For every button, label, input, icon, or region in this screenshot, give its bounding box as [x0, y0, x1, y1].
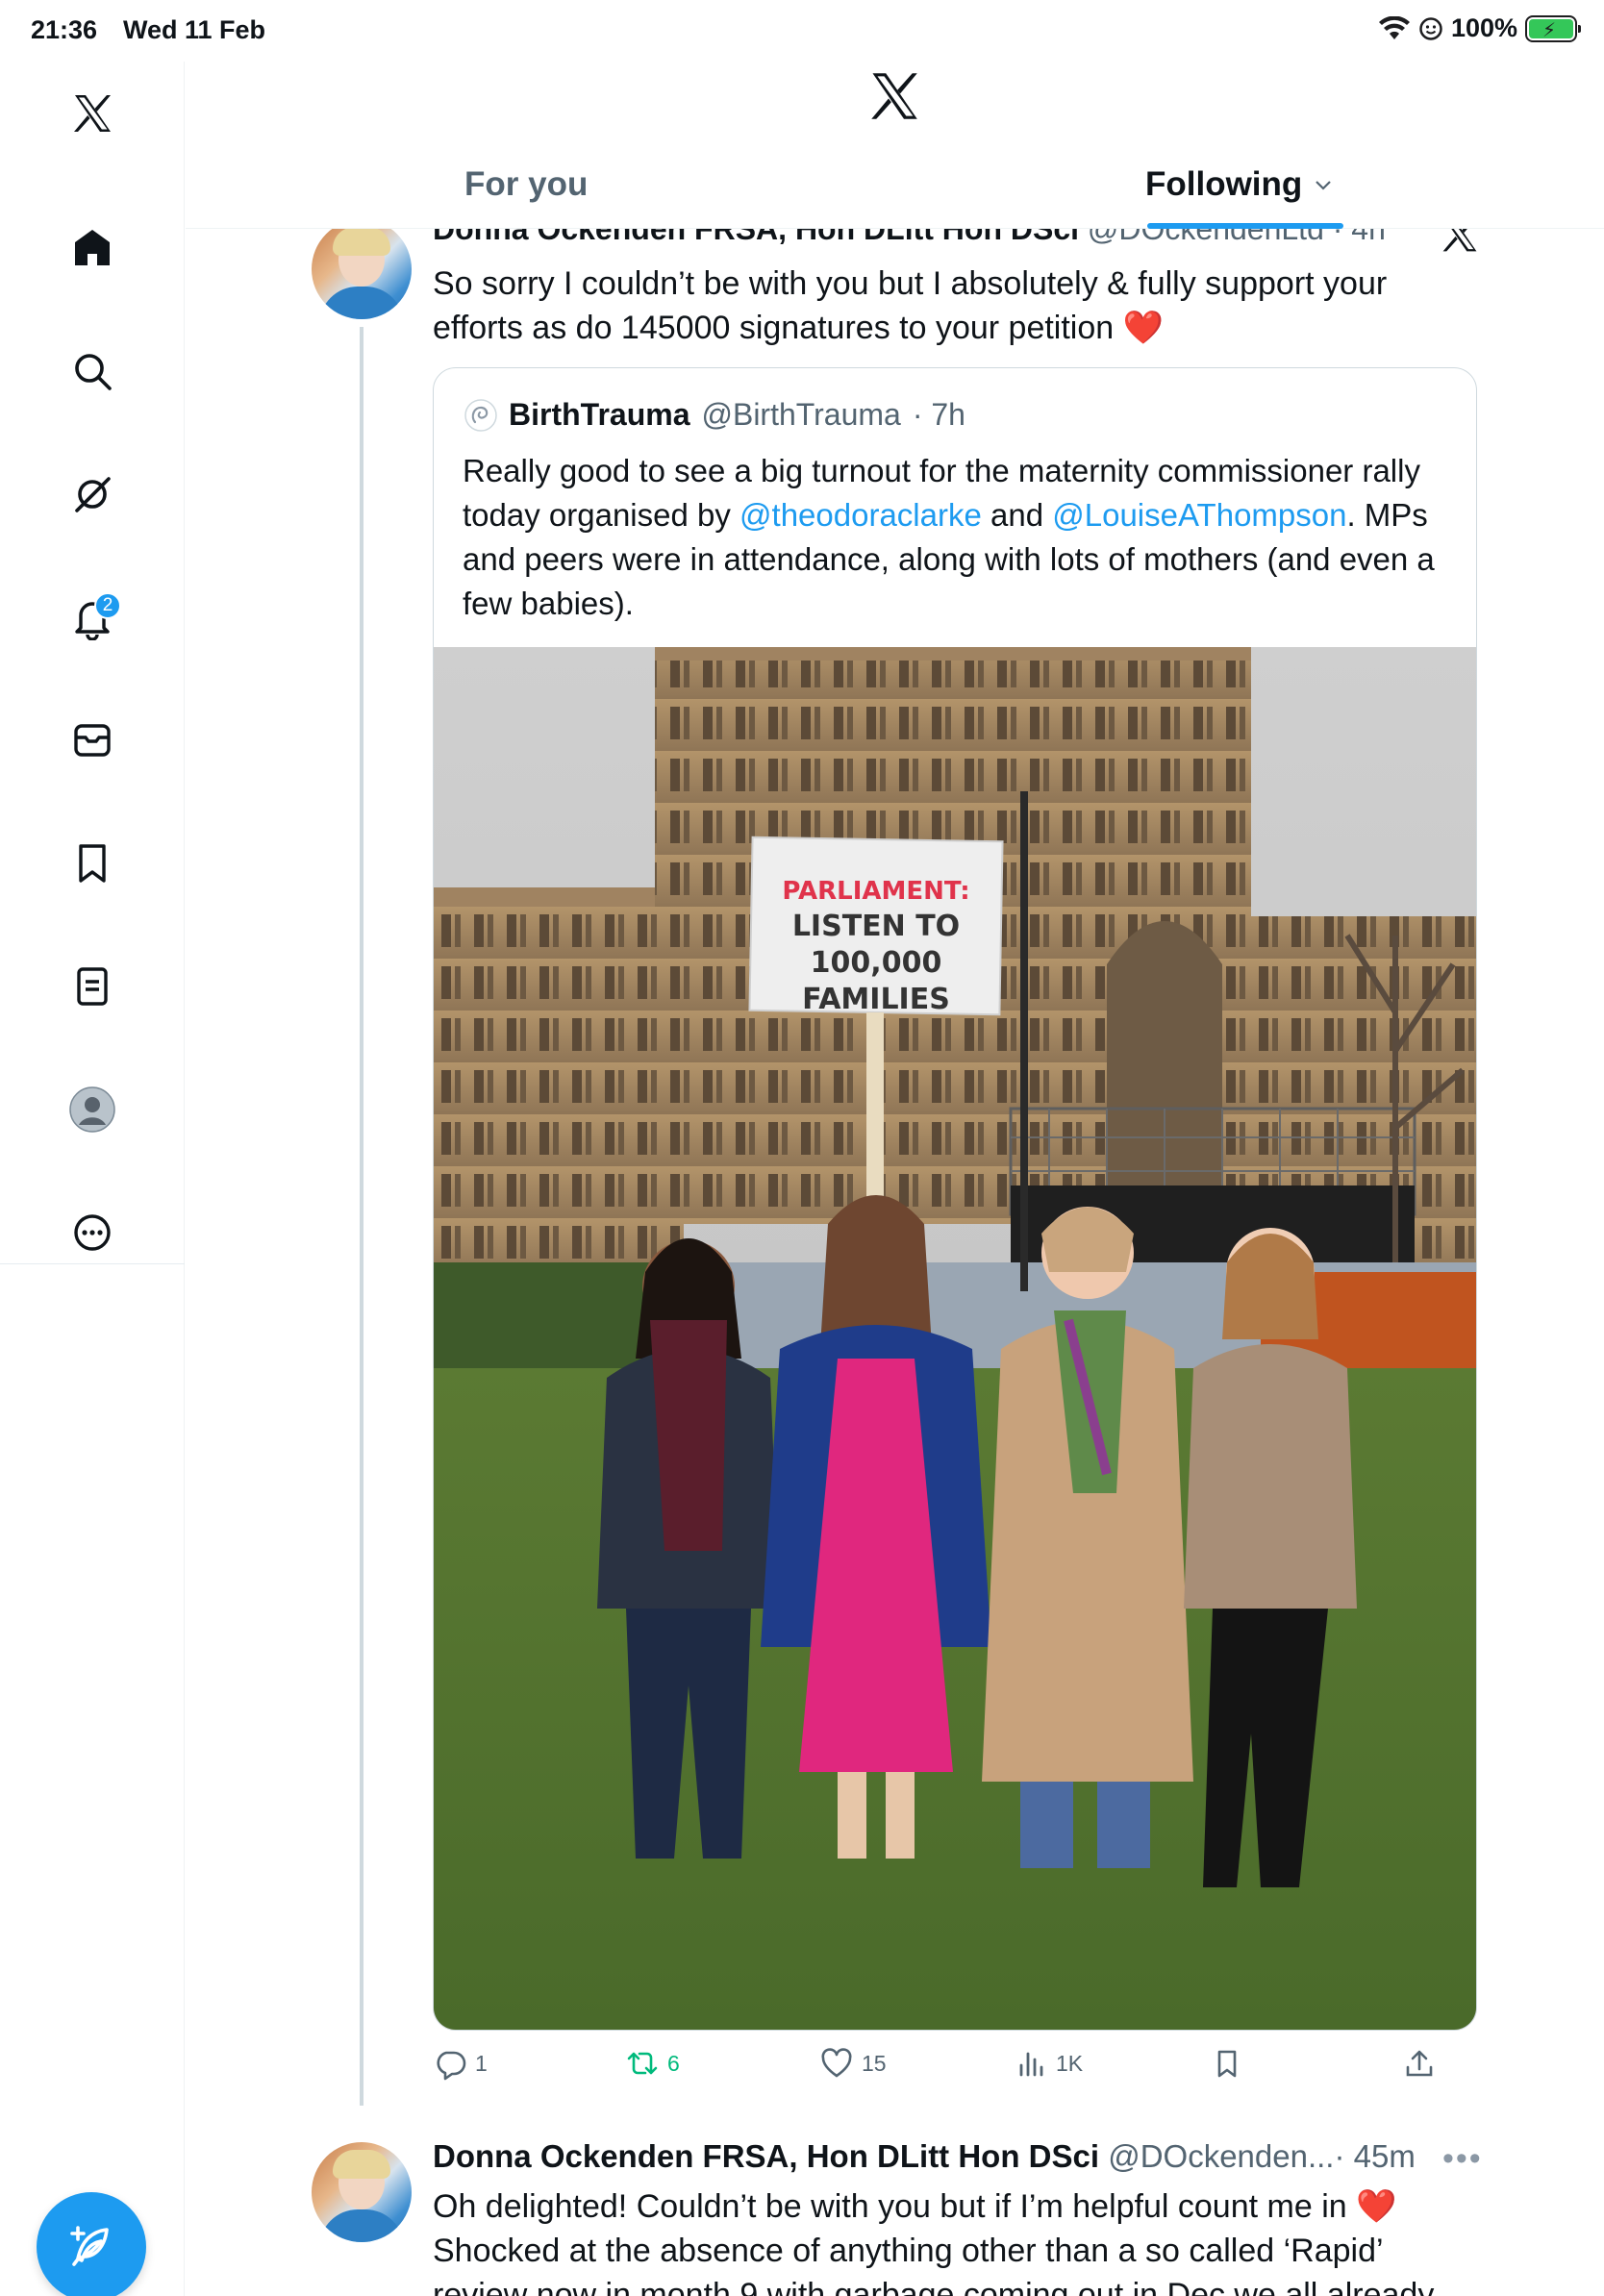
compose-button[interactable]: [37, 2192, 146, 2296]
more-icon[interactable]: [63, 1204, 121, 1261]
quoted-tweet[interactable]: BirthTrauma @BirthTrauma · 7h Really goo…: [433, 367, 1477, 2031]
search-icon[interactable]: [63, 342, 121, 400]
tweet2-line-3: review now in month 9 with garbage comin…: [433, 2277, 1435, 2296]
tab-for-you[interactable]: For you: [464, 165, 588, 204]
status-indicators: 100% ⚡: [1378, 13, 1581, 43]
profile-avatar-icon[interactable]: [63, 1081, 121, 1138]
focus-icon: [1419, 16, 1442, 40]
bookmarks-icon[interactable]: [63, 835, 121, 892]
lists-icon[interactable]: [63, 958, 121, 1015]
tweet2-text: Oh delighted! Couldn’t be with you but i…: [433, 2184, 1567, 2296]
tweet1-actions: 1 6 15 1K: [433, 2046, 1477, 2094]
bookmark-button[interactable]: [1210, 2046, 1244, 2081]
sign-line-4: FAMILIES: [802, 983, 950, 1016]
status-time: 21:36: [31, 15, 98, 44]
heart-emoji: ❤️: [1356, 2188, 1397, 2225]
quote-handle[interactable]: @BirthTrauma: [701, 397, 900, 433]
repost-button[interactable]: 6: [625, 2046, 680, 2081]
sign-line-3: 100,000: [811, 946, 942, 980]
tweet2-more-icon[interactable]: •••: [1442, 2140, 1483, 2178]
views-button[interactable]: 1K: [1014, 2046, 1083, 2081]
views-count: 1K: [1056, 2050, 1084, 2076]
heart-emoji: ❤️: [1122, 310, 1164, 346]
mention-louiseathompson[interactable]: @LouiseAThompson: [1052, 497, 1346, 533]
like-count: 15: [862, 2050, 887, 2076]
notifications-badge: 2: [94, 592, 121, 619]
tweet1-text: So sorry I couldn’t be with you but I ab…: [433, 262, 1471, 350]
sidebar: 2: [0, 62, 185, 2296]
tweet2-line-2: Shocked at the absence of anything other…: [433, 2233, 1384, 2269]
quote-time[interactable]: · 7h: [913, 397, 965, 433]
tweet1-avatar[interactable]: [312, 219, 412, 319]
tab-active-indicator: [1147, 223, 1343, 229]
share-button[interactable]: [1402, 2046, 1437, 2081]
messages-icon[interactable]: [63, 711, 121, 769]
views-chart-icon: [1019, 2052, 1043, 2077]
notifications-icon[interactable]: 2: [63, 588, 121, 646]
sidebar-divider: [0, 1263, 185, 1264]
compose-feather-icon: [70, 2226, 109, 2266]
mention-theodoraclarke[interactable]: @theodoraclarke: [739, 497, 982, 533]
reply-count: 1: [475, 2050, 488, 2076]
tab-following[interactable]: Following: [1145, 165, 1333, 204]
wifi-icon: [1378, 15, 1410, 39]
chevron-down-icon[interactable]: [1314, 178, 1333, 191]
tweet2-avatar[interactable]: [312, 2142, 412, 2242]
quote-photo[interactable]: PARLIAMENT: LISTEN TO 100,000 FAMILIES: [434, 647, 1476, 2030]
tweet2-author-name[interactable]: Donna Ockenden FRSA, Hon DLitt Hon DSci: [433, 2138, 1099, 2174]
thread-line: [360, 327, 363, 2106]
bookmark-icon: [1217, 2050, 1237, 2078]
sign-line-1: PARLIAMENT:: [782, 877, 969, 906]
tweet2-line-1: Oh delighted! Couldn’t be with you but i…: [433, 2188, 1347, 2225]
rally-photo: PARLIAMENT: LISTEN TO 100,000 FAMILIES: [434, 647, 1476, 2030]
battery-percent: 100%: [1450, 13, 1517, 42]
quote-author-name[interactable]: BirthTrauma: [509, 397, 689, 433]
header-x-logo-icon[interactable]: [865, 67, 923, 125]
tweet2-header: Donna Ockenden FRSA, Hon DLitt Hon DSci …: [433, 2138, 1416, 2175]
heart-outline-icon: [821, 2048, 852, 2078]
repost-count: 6: [667, 2050, 680, 2076]
sign-line-2: LISTEN TO: [792, 910, 960, 943]
tab-following-label: Following: [1145, 165, 1303, 203]
battery-icon: ⚡: [1525, 14, 1581, 42]
quote-header: BirthTrauma @BirthTrauma · 7h: [464, 397, 965, 433]
tweet2-handle[interactable]: @DOckenden...: [1108, 2138, 1334, 2174]
quote-text-part: and: [981, 497, 1053, 533]
share-icon: [1406, 2050, 1433, 2077]
grok-icon[interactable]: [63, 465, 121, 523]
tweet1-text-content: So sorry I couldn’t be with you but I ab…: [433, 265, 1388, 346]
x-logo-icon[interactable]: [63, 85, 121, 142]
repost-icon: [627, 2052, 658, 2075]
like-button[interactable]: 15: [819, 2046, 887, 2081]
status-bar: 21:36 Wed 11 Feb 100% ⚡: [0, 0, 1604, 62]
tweet2-time[interactable]: · 45m: [1334, 2138, 1415, 2174]
birthtrauma-avatar-icon[interactable]: [464, 398, 497, 432]
status-date: Wed 11 Feb: [123, 15, 266, 44]
reply-icon: [437, 2051, 466, 2081]
quote-text: Really good to see a big turnout for the…: [463, 449, 1453, 626]
timeline-tabs: For you Following: [186, 144, 1604, 229]
reply-button[interactable]: 1: [433, 2046, 488, 2081]
home-icon[interactable]: [63, 219, 121, 277]
